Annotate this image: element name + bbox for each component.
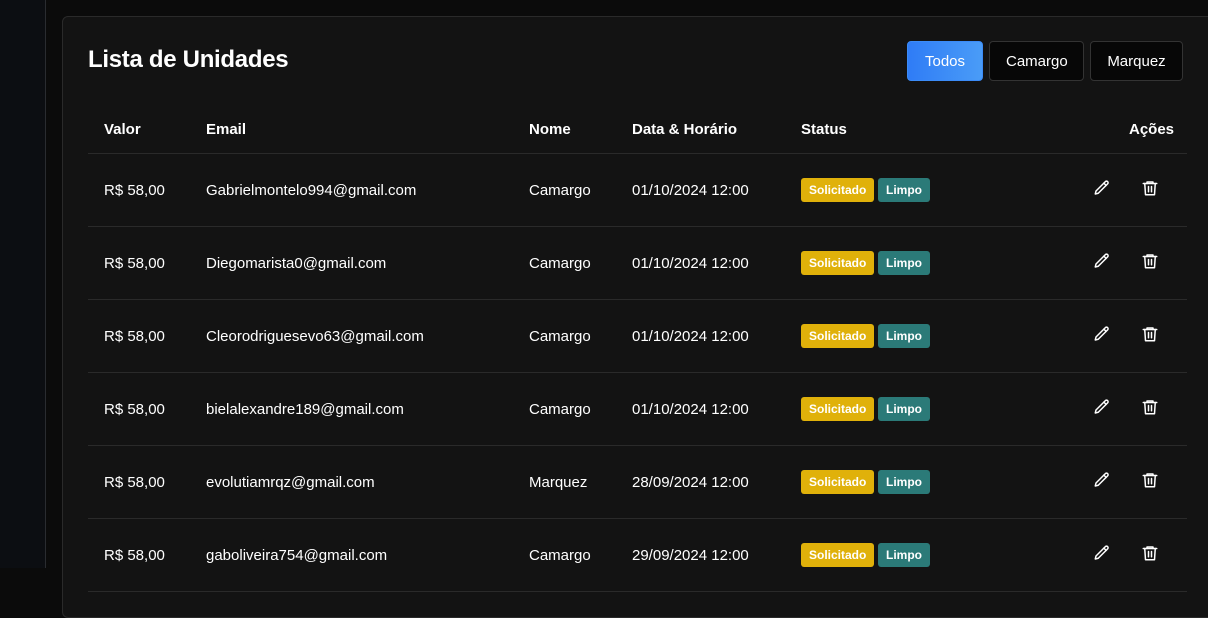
row-status: Solicitado Limpo [801, 543, 930, 567]
column-header-email: Email [206, 121, 247, 138]
edit-icon[interactable] [1093, 252, 1111, 270]
status-badge: Solicitado [801, 324, 874, 348]
page-title: Lista de Unidades [88, 46, 289, 73]
row-actions [1093, 544, 1159, 562]
row-data: 01/10/2024 12:00 [632, 401, 749, 418]
table-row: R$ 58,00 Gabrielmontelo994@gmail.com Cam… [88, 154, 1187, 227]
column-header-status: Status [801, 121, 847, 138]
column-header-valor: Valor [104, 121, 141, 138]
units-table: Valor Email Nome Data & Horário Status A… [88, 107, 1187, 592]
status-badge: Solicitado [801, 251, 874, 275]
type-badge: Limpo [878, 397, 930, 421]
status-badge: Solicitado [801, 397, 874, 421]
type-badge: Limpo [878, 543, 930, 567]
row-nome: Camargo [529, 182, 591, 199]
row-data: 28/09/2024 12:00 [632, 474, 749, 491]
trash-icon[interactable] [1141, 252, 1159, 270]
table-row: R$ 58,00 Diegomarista0@gmail.com Camargo… [88, 227, 1187, 300]
trash-icon[interactable] [1141, 471, 1159, 489]
edit-icon[interactable] [1093, 471, 1111, 489]
filter-group: Todos Camargo Marquez [907, 41, 1183, 81]
row-status: Solicitado Limpo [801, 470, 930, 494]
sidebar [0, 0, 46, 568]
status-badge: Solicitado [801, 543, 874, 567]
edit-icon[interactable] [1093, 398, 1111, 416]
row-nome: Marquez [529, 474, 588, 491]
row-valor: R$ 58,00 [104, 255, 165, 272]
trash-icon[interactable] [1141, 398, 1159, 416]
status-badge: Solicitado [801, 470, 874, 494]
row-nome: Camargo [529, 255, 591, 272]
row-data: 01/10/2024 12:00 [632, 328, 749, 345]
row-status: Solicitado Limpo [801, 397, 930, 421]
row-valor: R$ 58,00 [104, 328, 165, 345]
trash-icon[interactable] [1141, 179, 1159, 197]
filter-todos-button[interactable]: Todos [907, 41, 983, 81]
column-header-nome: Nome [529, 121, 571, 138]
row-email: Diegomarista0@gmail.com [206, 255, 387, 272]
row-actions [1093, 398, 1159, 416]
table-body: R$ 58,00 Gabrielmontelo994@gmail.com Cam… [88, 154, 1187, 592]
row-email: evolutiamrqz@gmail.com [206, 474, 375, 491]
type-badge: Limpo [878, 470, 930, 494]
row-actions [1093, 471, 1159, 489]
type-badge: Limpo [878, 251, 930, 275]
column-header-data: Data & Horário [632, 121, 738, 138]
column-header-acoes: Ações [1129, 121, 1175, 138]
edit-icon[interactable] [1093, 325, 1111, 343]
trash-icon[interactable] [1141, 544, 1159, 562]
row-email: gaboliveira754@gmail.com [206, 547, 388, 564]
row-nome: Camargo [529, 401, 591, 418]
row-status: Solicitado Limpo [801, 324, 930, 348]
row-data: 01/10/2024 12:00 [632, 182, 749, 199]
row-status: Solicitado Limpo [801, 251, 930, 275]
edit-icon[interactable] [1093, 179, 1111, 197]
row-valor: R$ 58,00 [104, 474, 165, 491]
filter-camargo-button[interactable]: Camargo [989, 41, 1084, 81]
row-actions [1093, 325, 1159, 343]
row-actions [1093, 179, 1159, 197]
table-row: R$ 58,00 evolutiamrqz@gmail.com Marquez … [88, 446, 1187, 519]
units-card: Lista de Unidades Todos Camargo Marquez … [62, 16, 1208, 618]
trash-icon[interactable] [1141, 325, 1159, 343]
row-email: Cleorodriguesevo63@gmail.com [206, 328, 424, 345]
table-row: R$ 58,00 gaboliveira754@gmail.com Camarg… [88, 519, 1187, 592]
table-header: Valor Email Nome Data & Horário Status A… [88, 107, 1187, 154]
status-badge: Solicitado [801, 178, 874, 202]
row-nome: Camargo [529, 547, 591, 564]
row-email: bielalexandre189@gmail.com [206, 401, 404, 418]
row-nome: Camargo [529, 328, 591, 345]
table-row: R$ 58,00 Cleorodriguesevo63@gmail.com Ca… [88, 300, 1187, 373]
table-row: R$ 58,00 bielalexandre189@gmail.com Cama… [88, 373, 1187, 446]
edit-icon[interactable] [1093, 544, 1111, 562]
row-actions [1093, 252, 1159, 270]
row-data: 01/10/2024 12:00 [632, 255, 749, 272]
row-status: Solicitado Limpo [801, 178, 930, 202]
type-badge: Limpo [878, 324, 930, 348]
row-valor: R$ 58,00 [104, 182, 165, 199]
row-valor: R$ 58,00 [104, 547, 165, 564]
row-data: 29/09/2024 12:00 [632, 547, 749, 564]
row-valor: R$ 58,00 [104, 401, 165, 418]
filter-marquez-button[interactable]: Marquez [1090, 41, 1183, 81]
type-badge: Limpo [878, 178, 930, 202]
row-email: Gabrielmontelo994@gmail.com [206, 182, 417, 199]
